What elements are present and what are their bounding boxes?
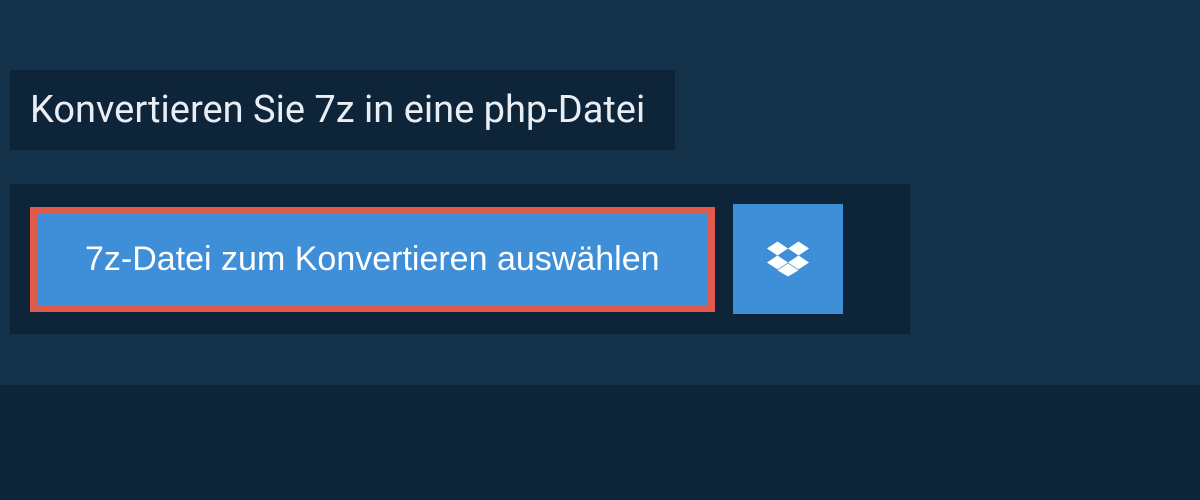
page-title: Konvertieren Sie 7z in eine php-Datei <box>30 88 645 132</box>
upload-panel: 7z-Datei zum Konvertieren auswählen <box>10 184 910 334</box>
dropbox-icon <box>767 238 809 280</box>
dropbox-button[interactable] <box>733 204 843 314</box>
header-bar: Konvertieren Sie 7z in eine php-Datei <box>10 70 675 150</box>
bottom-strip <box>0 385 1200 500</box>
select-file-button-label: 7z-Datei zum Konvertieren auswählen <box>85 240 660 279</box>
select-file-highlight: 7z-Datei zum Konvertieren auswählen <box>30 207 715 312</box>
select-file-button[interactable]: 7z-Datei zum Konvertieren auswählen <box>37 214 708 305</box>
